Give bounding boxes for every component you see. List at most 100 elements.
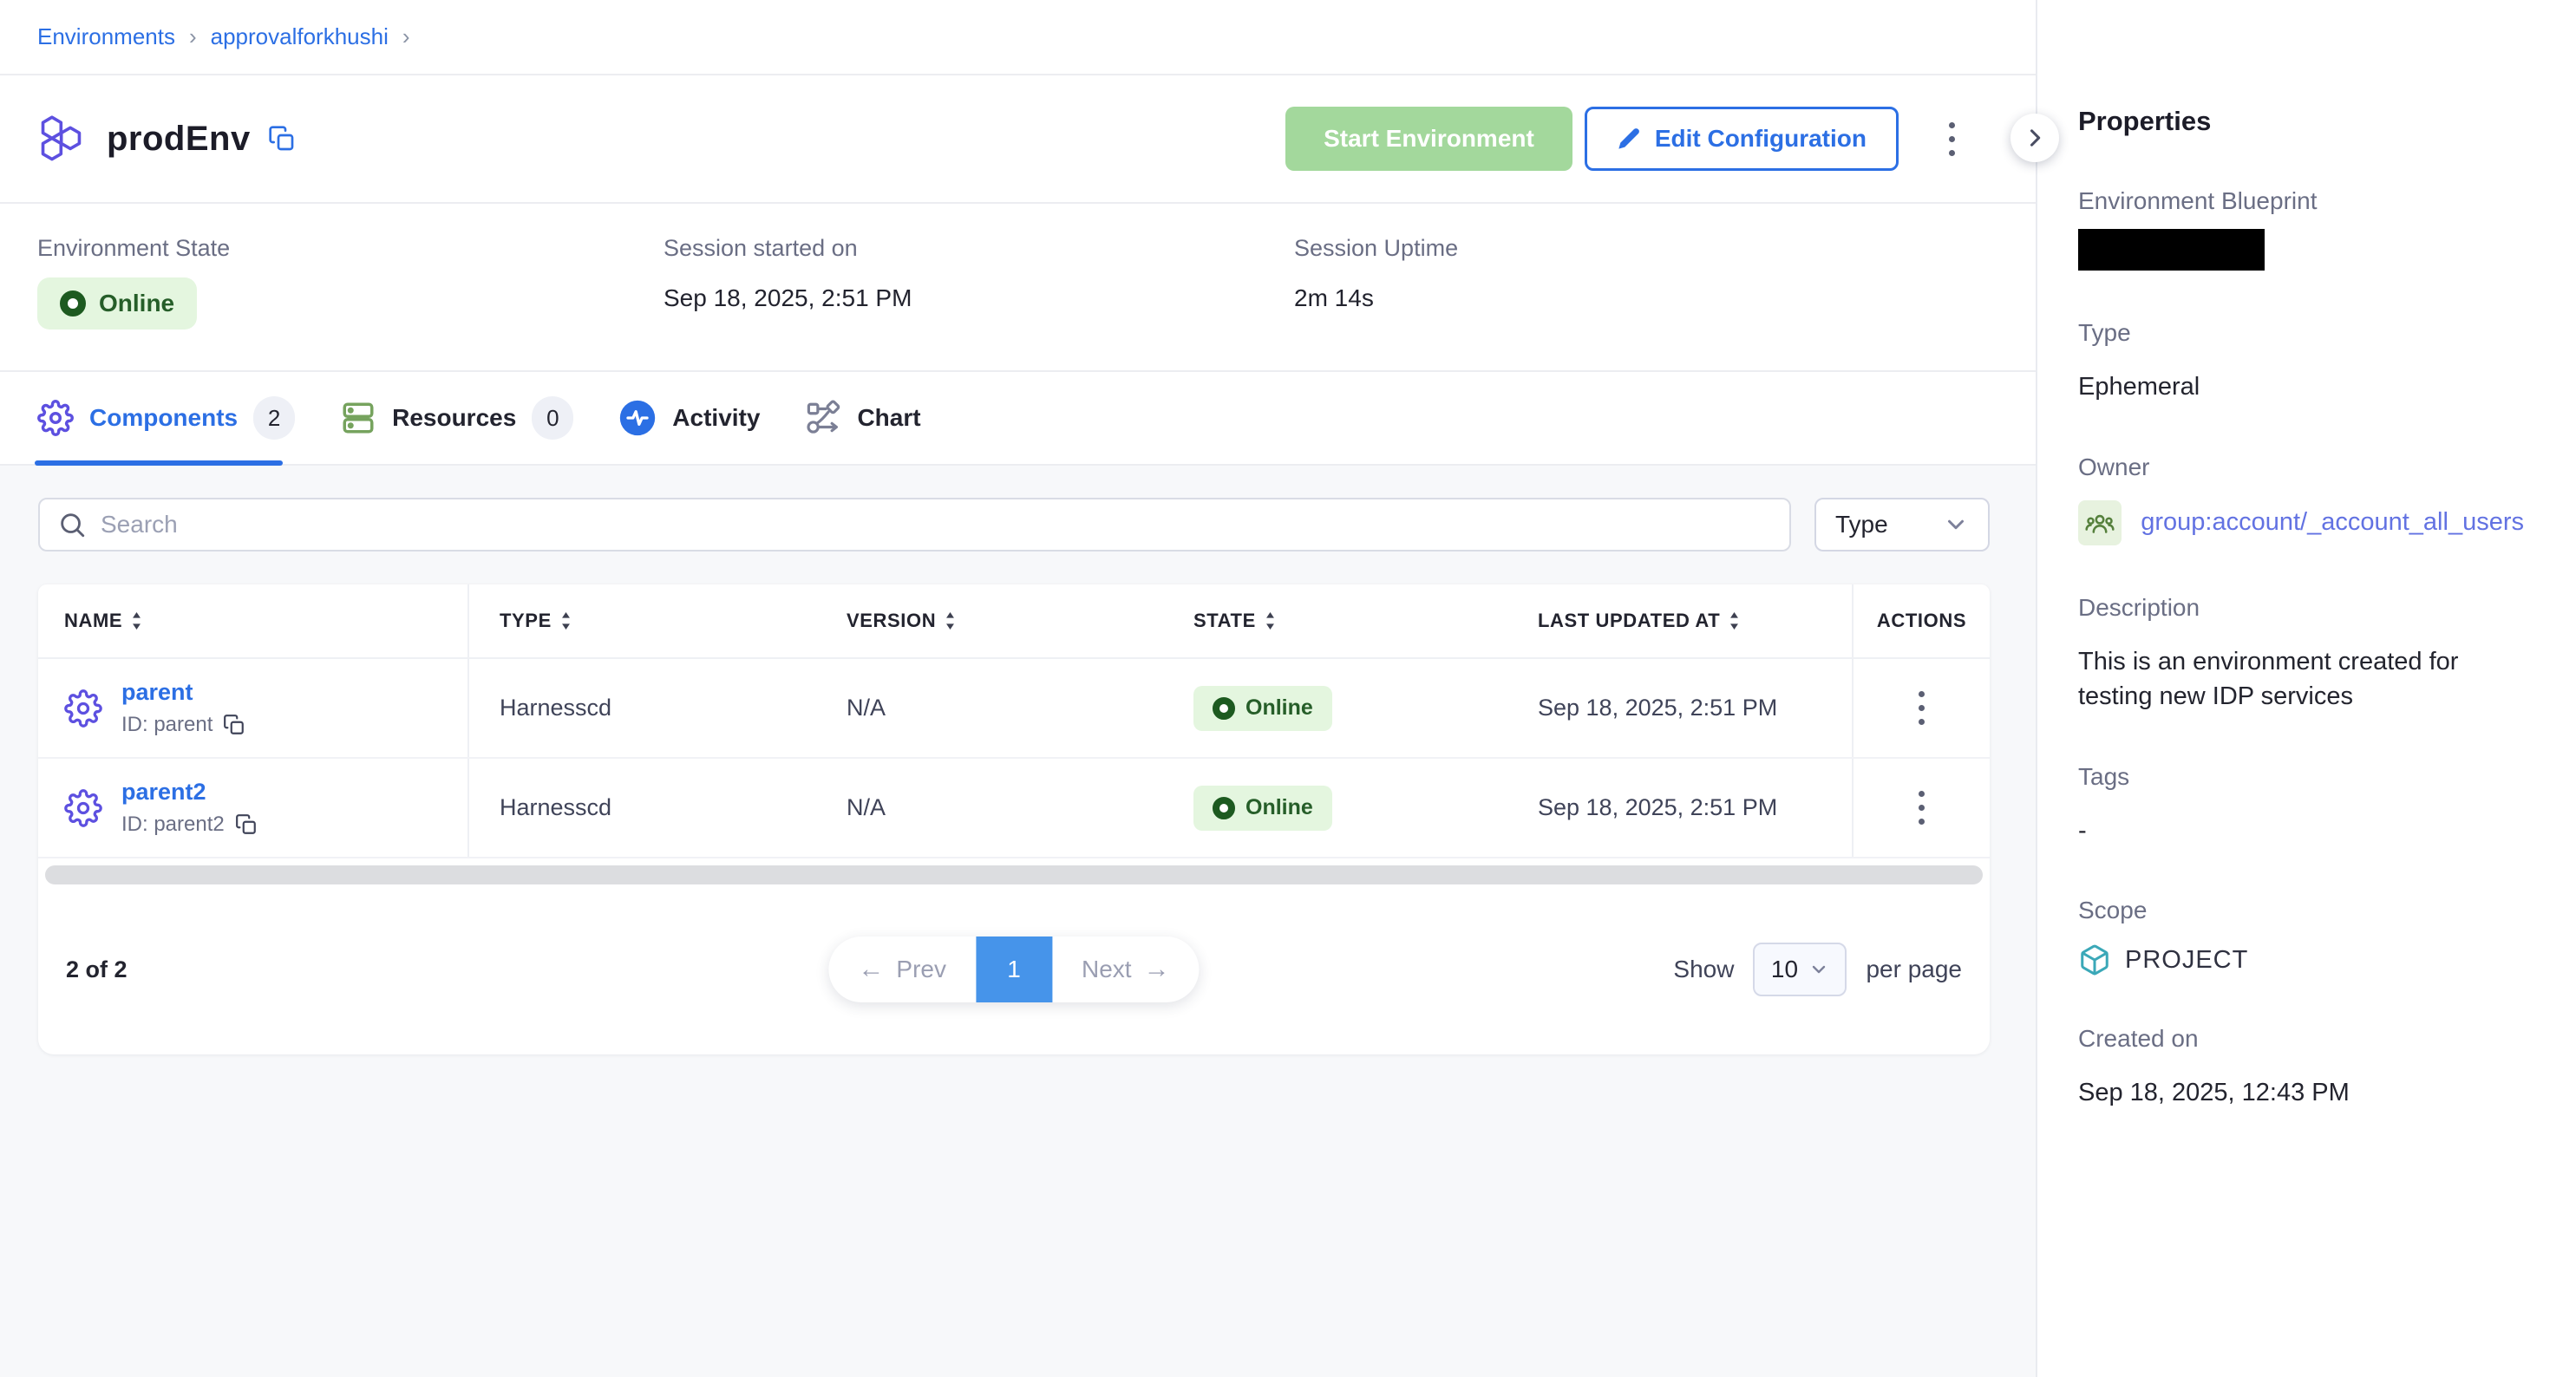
- start-environment-button[interactable]: Start Environment: [1285, 107, 1572, 171]
- sort-icon: [1729, 612, 1740, 630]
- property-created-on: Created on Sep 18, 2025, 12:43 PM: [2078, 1025, 2524, 1111]
- session-started-block: Session started on Sep 18, 2025, 2:51 PM: [664, 235, 1294, 370]
- next-page-button[interactable]: Next →: [1052, 936, 1200, 1002]
- tab-resources[interactable]: Resources 0: [340, 396, 573, 440]
- gear-icon: [64, 689, 102, 728]
- search-input[interactable]: [101, 511, 1772, 538]
- component-last-updated: Sep 18, 2025, 2:51 PM: [1510, 659, 1852, 757]
- arrow-left-icon: ←: [858, 955, 884, 984]
- column-header-last-updated[interactable]: LAST UPDATED AT: [1510, 584, 1852, 657]
- activity-pulse-icon: [618, 399, 657, 437]
- session-started-value: Sep 18, 2025, 2:51 PM: [664, 284, 1294, 312]
- breadcrumb-chevron-icon: ›: [402, 23, 410, 50]
- tab-bar: Components 2 Resources 0: [0, 370, 2036, 466]
- environment-state-block: Environment State Online: [37, 235, 664, 370]
- breadcrumb-link-environment[interactable]: approvalforkhushi: [211, 23, 389, 50]
- tab-resources-label: Resources: [392, 404, 516, 432]
- property-environment-blueprint: Environment Blueprint: [2078, 187, 2524, 271]
- component-version: N/A: [816, 759, 1163, 857]
- table-row: parent2 ID: parent2: [38, 759, 1990, 858]
- breadcrumb-chevron-icon: ›: [189, 23, 197, 50]
- row-kebab-menu-button[interactable]: [1910, 682, 1933, 734]
- session-uptime-label: Session Uptime: [1294, 235, 1458, 262]
- horizontal-scrollbar-thumb[interactable]: [45, 865, 1983, 884]
- properties-panel: Properties Environment Blueprint Type Ep…: [2036, 0, 2576, 1377]
- session-uptime-block: Session Uptime 2m 14s: [1294, 235, 1458, 370]
- column-header-state[interactable]: STATE: [1163, 584, 1510, 657]
- page-size-dropdown[interactable]: 10: [1753, 943, 1847, 996]
- property-tags: Tags -: [2078, 763, 2524, 849]
- chevron-right-icon: [2023, 126, 2047, 150]
- column-header-version[interactable]: VERSION: [816, 584, 1163, 657]
- search-box: [38, 498, 1791, 551]
- breadcrumb-link-environments[interactable]: Environments: [37, 23, 175, 50]
- column-header-type[interactable]: TYPE: [469, 584, 816, 657]
- property-scope: Scope PROJECT: [2078, 897, 2524, 976]
- breadcrumb: Environments › approvalforkhushi ›: [0, 0, 2036, 75]
- gear-icon: [37, 400, 74, 436]
- row-kebab-menu-button[interactable]: [1910, 782, 1933, 833]
- pagination-bar: 2 of 2 ← Prev 1 Next → Show: [38, 884, 1990, 1054]
- sort-icon: [1265, 612, 1276, 630]
- edit-configuration-button[interactable]: Edit Configuration: [1585, 107, 1899, 171]
- column-header-name[interactable]: NAME: [38, 584, 469, 657]
- header-kebab-menu-button[interactable]: [1940, 114, 1964, 165]
- group-icon: [2084, 507, 2115, 538]
- owner-group-link[interactable]: group:account/_account_all_users: [2141, 508, 2524, 537]
- property-type: Type Ephemeral: [2078, 319, 2524, 405]
- copy-icon: [268, 125, 296, 153]
- component-type: Harnesscd: [469, 759, 816, 857]
- arrow-right-icon: →: [1144, 955, 1170, 984]
- sort-icon: [131, 612, 142, 630]
- component-name-link[interactable]: parent: [121, 679, 193, 705]
- sort-icon: [560, 612, 572, 630]
- tab-chart[interactable]: Chart: [805, 400, 920, 436]
- type-filter-label: Type: [1835, 511, 1888, 538]
- page-header: prodEnv Start Environment Edit Configur: [0, 75, 2036, 202]
- page-number-button[interactable]: 1: [976, 936, 1052, 1002]
- tab-activity-label: Activity: [672, 404, 760, 432]
- redacted-blueprint-value: [2078, 229, 2265, 271]
- pagination-summary: 2 of 2: [66, 956, 127, 983]
- page-title: prodEnv: [107, 120, 251, 159]
- status-dot-icon: [1213, 797, 1235, 819]
- component-id: ID: parent: [121, 713, 212, 737]
- tab-components-count-badge: 2: [253, 396, 295, 440]
- copy-icon: [223, 714, 245, 736]
- tab-activity[interactable]: Activity: [618, 399, 760, 437]
- stacked-resources-icon: [340, 400, 376, 436]
- table-row: parent ID: parent: [38, 659, 1990, 759]
- chevron-down-icon: [1808, 959, 1829, 980]
- search-icon: [57, 510, 87, 539]
- prev-page-button[interactable]: ← Prev: [828, 936, 976, 1002]
- type-filter-dropdown[interactable]: Type: [1814, 498, 1990, 551]
- components-table-card: NAME TYPE VERSION: [38, 584, 1990, 1054]
- copy-id-button[interactable]: [223, 714, 245, 736]
- environment-state-badge: Online: [37, 277, 197, 330]
- tab-components[interactable]: Components 2: [37, 396, 295, 440]
- collapse-panel-button[interactable]: [2010, 114, 2059, 162]
- status-dot-icon: [1213, 697, 1235, 720]
- sort-icon: [945, 612, 956, 630]
- tab-chart-label: Chart: [857, 404, 920, 432]
- state-badge: Online: [1193, 786, 1332, 831]
- column-header-actions: ACTIONS: [1852, 584, 1990, 657]
- copy-title-button[interactable]: [268, 125, 296, 153]
- properties-heading: Properties: [2078, 106, 2524, 137]
- copy-id-button[interactable]: [235, 813, 258, 836]
- component-name-link[interactable]: parent2: [121, 779, 206, 805]
- table-header-row: NAME TYPE VERSION: [38, 584, 1990, 659]
- per-page-label: per page: [1866, 956, 1962, 983]
- property-owner: Owner group:account/_account_: [2078, 454, 2524, 545]
- horizontal-scrollbar-track: [38, 858, 1990, 884]
- session-uptime-value: 2m 14s: [1294, 284, 1458, 312]
- environment-state-value: Online: [99, 290, 174, 317]
- pagination-pager: ← Prev 1 Next →: [828, 936, 1199, 1002]
- kebab-menu-icon: [1919, 791, 1925, 797]
- status-dot-icon: [60, 290, 86, 317]
- gear-icon: [64, 789, 102, 827]
- copy-icon: [235, 813, 258, 836]
- kebab-menu-icon: [1919, 691, 1925, 697]
- filter-row: Type: [38, 498, 1990, 551]
- show-label: Show: [1673, 956, 1734, 983]
